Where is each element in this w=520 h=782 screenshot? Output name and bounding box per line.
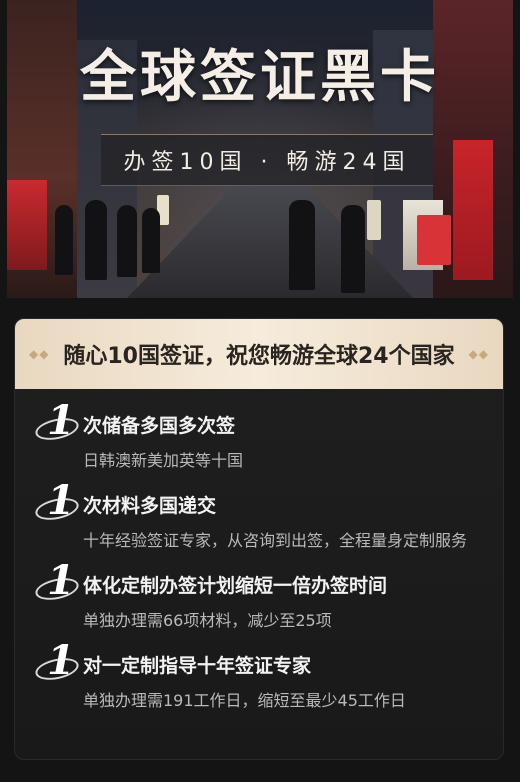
number-one-icon: 1 (33, 477, 81, 527)
feature-list: 1 次储备多国多次签 日韩澳新美加英等十国 1 次材料多国递交 十年经验签证专家… (15, 389, 503, 727)
feature-desc: 十年经验签证专家，从咨询到出签，全程量身定制服务 (83, 531, 468, 550)
feature-item: 1 次储备多国多次签 日韩澳新美加英等十国 (33, 397, 503, 487)
diamond-icon: ◆◆ (29, 347, 50, 361)
hero-pedestrian (55, 205, 73, 275)
hero-pedestrian (117, 205, 137, 277)
feature-title: 次储备多国多次签 (83, 415, 236, 437)
feature-desc: 单独办理需191工作日，缩短至最少45工作日 (83, 691, 406, 710)
hero-banner: 全球签证黑卡 办签10国 · 畅游24国 (7, 0, 513, 298)
hero-title: 全球签证黑卡 (80, 45, 440, 110)
hero-subtitle-band: 办签10国 · 畅游24国 (101, 134, 433, 186)
number-one-icon: 1 (33, 397, 81, 447)
benefits-card: ◆◆ 随心10国签证，祝您畅游全球24个国家 ◆◆ 1 次储备多国多次签 日韩澳… (14, 318, 504, 760)
hero-light (367, 200, 381, 240)
feature-title: 次材料多国递交 (83, 495, 217, 517)
hero-subtitle: 办签10国 · 畅游24国 (123, 150, 411, 175)
hero-light (417, 215, 451, 265)
feature-desc: 日韩澳新美加英等十国 (83, 451, 244, 470)
hero-shop-sign (7, 180, 47, 270)
card-header: ◆◆ 随心10国签证，祝您畅游全球24个国家 ◆◆ (15, 319, 503, 389)
feature-item: 1 体化定制办签计划缩短一倍办签时间 单独办理需66项材料，减少至25项 (33, 557, 503, 647)
hero-cyclist (341, 205, 365, 293)
feature-title: 体化定制办签计划缩短一倍办签时间 (83, 575, 388, 597)
number-one-icon: 1 (33, 557, 81, 607)
feature-item: 1 对一定制指导十年签证专家 单独办理需191工作日，缩短至最少45工作日 (33, 637, 503, 727)
hero-cyclist (289, 200, 315, 290)
feature-item: 1 次材料多国递交 十年经验签证专家，从咨询到出签，全程量身定制服务 (33, 477, 503, 567)
diamond-icon: ◆◆ (468, 347, 489, 361)
feature-title: 对一定制指导十年签证专家 (83, 655, 312, 677)
hero-pedestrian (85, 200, 107, 280)
feature-desc: 单独办理需66项材料，减少至25项 (83, 611, 332, 630)
number-one-icon: 1 (33, 637, 81, 687)
card-header-text: 随心10国签证，祝您畅游全球24个国家 (63, 344, 455, 369)
hero-shop-sign (453, 140, 493, 280)
hero-pedestrian (142, 208, 160, 273)
